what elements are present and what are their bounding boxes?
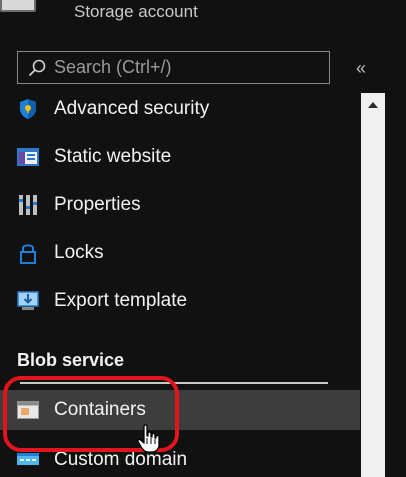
export-template-icon [16,289,40,313]
menu-item-label: Static website [54,146,172,167]
menu-item-locks[interactable]: Locks [0,233,360,273]
content-edge [385,93,406,477]
menu-item-label: Properties [54,194,141,215]
menu-item-label: Custom domain [54,449,188,470]
menu-search-box[interactable] [17,51,330,84]
lock-icon [16,241,40,265]
search-icon [26,57,48,79]
resource-menu: Advanced security Static website Propert… [0,85,360,477]
menu-item-static-website[interactable]: Static website [0,137,360,177]
collapse-menu-button[interactable]: « [350,56,372,80]
properties-icon [16,193,40,217]
section-divider [20,382,328,384]
menu-item-label: Advanced security [54,98,210,119]
menu-item-label: Containers [54,399,146,420]
shield-icon [16,97,40,121]
menu-scrollbar[interactable] [361,93,385,477]
menu-item-advanced-security[interactable]: Advanced security [0,89,360,129]
resource-type-subtitle: Storage account [74,2,198,21]
section-header-blob-service: Blob service [17,350,125,370]
menu-item-custom-domain[interactable]: Custom domain [0,440,360,477]
menu-item-properties[interactable]: Properties [0,185,360,225]
storage-account-blade-menu: Storage account « Advanced security [0,0,406,477]
static-website-icon [16,145,40,169]
custom-domain-icon [16,448,40,472]
menu-item-label: Export template [54,290,188,311]
menu-item-containers[interactable]: Containers [0,390,360,430]
storage-account-icon [0,0,36,12]
menu-item-export-template[interactable]: Export template [0,281,360,321]
scroll-up-button[interactable] [361,93,385,117]
search-input[interactable] [54,52,329,83]
menu-item-label: Locks [54,242,104,263]
scroll-up-arrow-icon [368,102,378,108]
containers-icon [16,398,40,422]
